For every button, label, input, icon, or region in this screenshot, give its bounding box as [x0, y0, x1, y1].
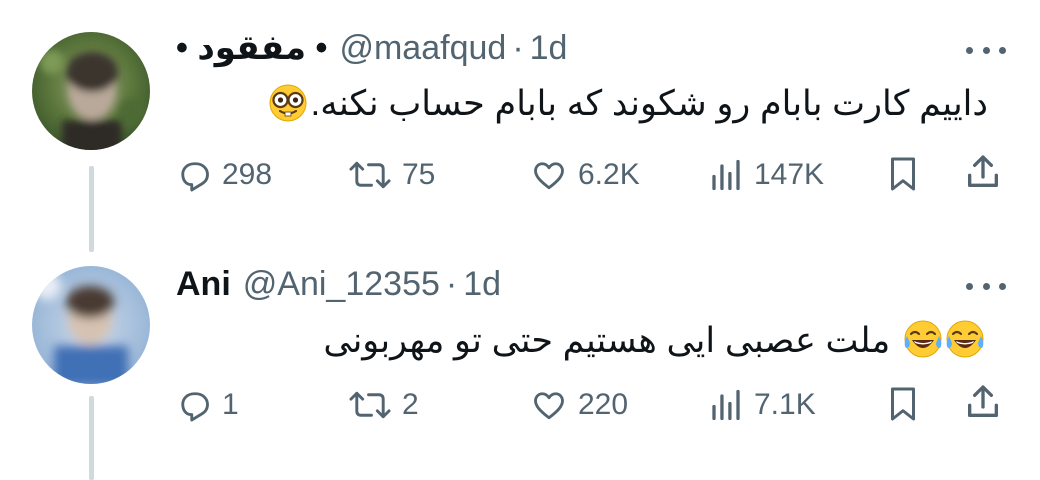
bookmark-button[interactable] — [885, 154, 921, 194]
reply-button[interactable]: 1 — [176, 380, 239, 430]
display-name[interactable]: • مفقود • — [176, 28, 327, 68]
like-count: 6.2K — [578, 158, 640, 191]
user-handle[interactable]: @maafqud — [339, 29, 506, 68]
tweet-2[interactable]: Ani @Ani_12355 · 1d ملت عصبی ایی هستیم ح… — [0, 240, 1040, 480]
bookmark-icon — [891, 157, 915, 191]
views-count: 7.1K — [754, 388, 816, 421]
like-button[interactable]: 6.2K — [530, 150, 640, 200]
tweet-text-body: داییم کارت بابام رو شکوند که بابام حساب … — [310, 84, 988, 123]
tears-of-joy-emoji — [902, 318, 986, 371]
repost-icon — [349, 391, 391, 419]
reply-icon — [181, 162, 209, 192]
nerd-face-emoji — [268, 83, 308, 134]
share-icon — [968, 155, 998, 187]
bookmark-button[interactable] — [885, 384, 921, 424]
tweet-1[interactable]: • مفقود • @maafqud · 1d داییم کارت بابام… — [0, 0, 1040, 252]
like-button[interactable]: 220 — [530, 380, 628, 430]
tweet-text: ملت عصبی ایی هستیم حتی تو مهربونی — [323, 318, 988, 371]
like-icon — [534, 162, 564, 190]
repost-count: 75 — [402, 158, 436, 191]
separator: · — [512, 28, 524, 67]
separator: · — [445, 264, 458, 303]
action-bar: 1 2 220 7.1K — [0, 380, 1040, 430]
repost-icon — [349, 161, 391, 189]
timestamp[interactable]: 1d — [463, 265, 501, 304]
user-handle[interactable]: @Ani_12355 — [243, 265, 440, 304]
avatar[interactable] — [32, 32, 150, 150]
share-button[interactable] — [963, 152, 1003, 192]
tweet-text: داییم کارت بابام رو شکوند که بابام حساب … — [266, 82, 988, 134]
bookmark-icon — [891, 387, 915, 421]
reply-count: 1 — [222, 388, 239, 421]
repost-button[interactable]: 75 — [348, 150, 435, 200]
more-icon[interactable] — [966, 276, 1006, 296]
repost-count: 2 — [402, 388, 419, 421]
repost-button[interactable]: 2 — [348, 380, 419, 430]
display-name[interactable]: Ani — [176, 265, 231, 304]
tweet-header: Ani @Ani_12355 · 1d — [176, 262, 501, 306]
action-bar: 298 75 6.2K 147K — [0, 150, 1040, 200]
like-icon — [534, 392, 564, 420]
avatar[interactable] — [32, 266, 150, 384]
reply-count: 298 — [222, 158, 273, 191]
timestamp[interactable]: 1d — [530, 29, 568, 68]
views-button[interactable]: 147K — [708, 150, 824, 200]
views-icon — [712, 159, 740, 191]
more-icon[interactable] — [966, 40, 1006, 60]
reply-button[interactable]: 298 — [176, 150, 272, 200]
views-button[interactable]: 7.1K — [708, 380, 816, 430]
views-count: 147K — [754, 158, 825, 191]
share-icon — [968, 385, 998, 417]
share-button[interactable] — [963, 382, 1003, 422]
like-count: 220 — [578, 388, 629, 421]
tweet-header: • مفقود • @maafqud · 1d — [176, 26, 567, 70]
reply-icon — [181, 392, 209, 422]
views-icon — [712, 389, 740, 421]
tweet-text-body: ملت عصبی ایی هستیم حتی تو مهربونی — [323, 321, 891, 360]
